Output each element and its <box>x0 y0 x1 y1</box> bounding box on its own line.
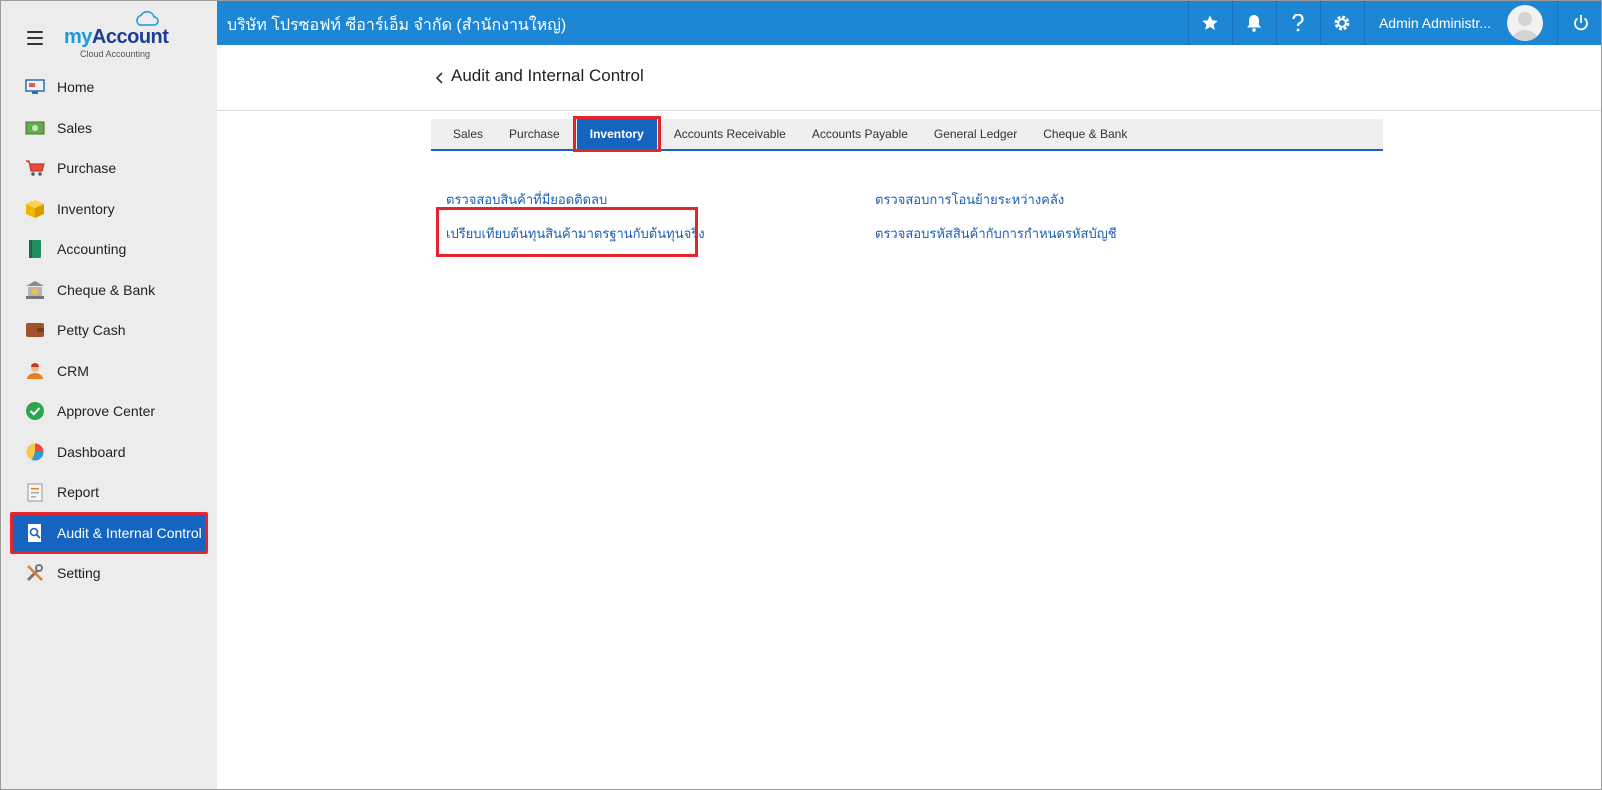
home-icon <box>24 76 46 98</box>
sidebar-item-accounting[interactable]: Accounting <box>1 229 217 270</box>
page-header: Audit and Internal Control <box>217 45 1601 111</box>
tab-general-ledger[interactable]: General Ledger <box>921 119 1030 149</box>
link-negative-stock[interactable]: ตรวจสอบสินค้าที่มียอดติดลบ <box>446 189 607 210</box>
avatar <box>1507 5 1543 41</box>
check-circle-icon <box>24 400 46 422</box>
sidebar-item-crm[interactable]: CRM <box>1 351 217 392</box>
logo[interactable]: myAccount Cloud Accounting <box>64 11 174 59</box>
question-icon <box>1292 14 1305 32</box>
tab-inventory[interactable]: Inventory <box>572 116 661 152</box>
book-icon <box>24 238 46 260</box>
app-window: myAccount Cloud Accounting Home Sales Pu… <box>0 0 1602 790</box>
help-button[interactable] <box>1275 1 1320 45</box>
logo-text: myAccount <box>64 26 169 48</box>
sidebar-item-inventory[interactable]: Inventory <box>1 189 217 230</box>
box-icon <box>24 198 46 220</box>
logout-button[interactable] <box>1557 1 1601 45</box>
cloud-icon <box>136 11 159 26</box>
sidebar-item-audit-internal-control[interactable]: Audit & Internal Control <box>10 511 208 554</box>
tab-accounts-payable[interactable]: Accounts Payable <box>799 119 921 149</box>
sidebar-item-setting[interactable]: Setting <box>1 553 217 594</box>
tools-icon <box>24 562 46 584</box>
page-title: Audit and Internal Control <box>451 66 644 85</box>
top-bar: บริษัท โปรซอฟท์ ซีอาร์เอ็ม จำกัด (สำนักง… <box>217 1 1601 45</box>
sidebar-item-cheque-bank[interactable]: Cheque & Bank <box>1 270 217 311</box>
sidebar-item-petty-cash[interactable]: Petty Cash <box>1 310 217 351</box>
bank-icon <box>24 279 46 301</box>
sidebar-header: myAccount Cloud Accounting <box>1 1 217 67</box>
sidebar-item-approve-center[interactable]: Approve Center <box>1 391 217 432</box>
link-warehouse-transfer[interactable]: ตรวจสอบการโอนย้ายระหว่างคลัง <box>875 189 1064 210</box>
link-standard-vs-actual-cost[interactable]: เปรียบเทียบต้นทุนสินค้ามาตรฐานกับต้นทุนจ… <box>446 223 705 244</box>
gear-icon <box>1335 15 1350 31</box>
notifications-button[interactable] <box>1231 1 1276 45</box>
tab-sales[interactable]: Sales <box>440 119 496 149</box>
logo-tagline: Cloud Accounting <box>80 49 151 59</box>
settings-button[interactable] <box>1319 1 1364 45</box>
sidebar-nav: Home Sales Purchase Inventory Accounting… <box>1 67 217 594</box>
company-name[interactable]: บริษัท โปรซอฟท์ ซีอาร์เอ็ม จำกัด (สำนักง… <box>227 13 566 38</box>
tab-inventory-label: Inventory <box>589 127 644 141</box>
chevron-left-icon[interactable] <box>431 68 447 88</box>
tab-bar: Sales Purchase Inventory Accounts Receiv… <box>431 116 1383 152</box>
top-bar-actions: Admin Administr... <box>1187 1 1601 45</box>
hamburger-menu-icon[interactable] <box>27 31 43 45</box>
wallet-icon <box>24 319 46 341</box>
tab-cheque-bank[interactable]: Cheque & Bank <box>1030 119 1140 149</box>
sidebar-item-dashboard[interactable]: Dashboard <box>1 432 217 473</box>
tab-accounts-receivable[interactable]: Accounts Receivable <box>661 119 799 149</box>
user-name: Admin Administr... <box>1378 15 1491 31</box>
bell-icon <box>1247 15 1262 32</box>
sidebar-item-home[interactable]: Home <box>1 67 217 108</box>
money-icon <box>24 117 46 139</box>
link-product-code-account[interactable]: ตรวจสอบรหัสสินค้ากับการกำหนดรหัสบัญชี <box>875 223 1117 244</box>
audit-icon <box>24 522 46 544</box>
report-icon <box>24 481 46 503</box>
tab-purchase[interactable]: Purchase <box>496 119 573 149</box>
sidebar-item-report[interactable]: Report <box>1 472 217 513</box>
star-icon <box>1202 15 1219 30</box>
sidebar-item-purchase[interactable]: Purchase <box>1 148 217 189</box>
sidebar: myAccount Cloud Accounting Home Sales Pu… <box>1 1 217 789</box>
cart-icon <box>24 157 46 179</box>
people-icon <box>24 360 46 382</box>
main-content: Audit and Internal Control Sales Purchas… <box>217 45 1601 789</box>
sidebar-item-sales[interactable]: Sales <box>1 108 217 149</box>
pie-chart-icon <box>24 441 46 463</box>
favorites-button[interactable] <box>1187 1 1232 45</box>
user-menu[interactable]: Admin Administr... <box>1363 1 1557 45</box>
power-icon <box>1573 15 1588 31</box>
